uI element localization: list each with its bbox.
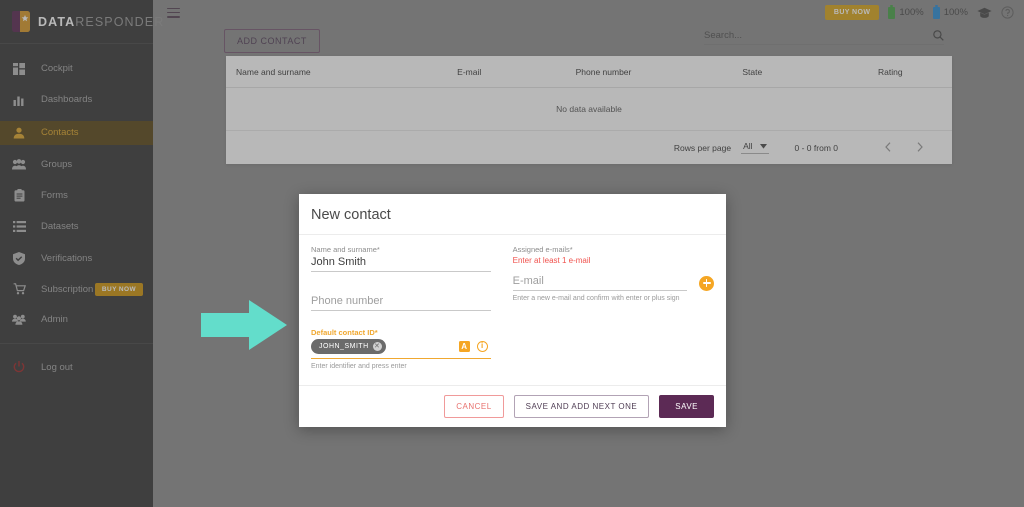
save-button[interactable]: SAVE: [659, 395, 714, 418]
app-root: DATARESPONDER Cockpit Dashboards Contact…: [0, 0, 1024, 507]
save-and-add-next-button[interactable]: SAVE AND ADD NEXT ONE: [513, 395, 650, 418]
field-spacer-2: [311, 318, 491, 328]
info-icon[interactable]: i: [476, 341, 488, 352]
close-icon[interactable]: ✕: [372, 342, 382, 351]
contact-id-label: Default contact ID*: [311, 328, 378, 337]
right-arrow-annotation: [201, 300, 287, 355]
field-spacer: [311, 279, 491, 295]
email-input-row: E-mail: [512, 275, 714, 291]
dialog-left-column: Name and surname* John Smith Phone numbe…: [311, 245, 491, 377]
dialog-footer: CANCEL SAVE AND ADD NEXT ONE SAVE: [299, 385, 726, 427]
phone-input[interactable]: Phone number: [311, 295, 491, 311]
contact-id-chip[interactable]: JOHN_SMITH ✕: [311, 339, 386, 354]
contact-id-field-group: Default contact ID* JOHN_SMITH ✕ A i Ent…: [311, 328, 491, 370]
contact-id-chip-label: JOHN_SMITH: [319, 343, 369, 350]
phone-field-group: Phone number: [311, 295, 491, 311]
contact-id-hint: Enter identifier and press enter: [311, 363, 407, 370]
email-input[interactable]: E-mail: [512, 275, 687, 291]
new-contact-dialog: New contact Name and surname* John Smith…: [299, 194, 726, 427]
contact-id-input[interactable]: JOHN_SMITH ✕ A i: [311, 339, 491, 359]
dialog-title: New contact: [299, 194, 726, 235]
name-field-group: Name and surname* John Smith: [311, 245, 491, 272]
name-field-label: Name and surname*: [311, 245, 380, 254]
dialog-body: Name and surname* John Smith Phone numbe…: [299, 235, 726, 385]
assigned-emails-label: Assigned e-mails*: [512, 245, 573, 254]
name-input[interactable]: John Smith: [311, 256, 491, 272]
assigned-emails-error: Enter at least 1 e-mail: [512, 256, 591, 265]
dialog-right-column: Assigned e-mails* Enter at least 1 e-mai…: [512, 245, 714, 377]
cancel-button[interactable]: CANCEL: [444, 395, 504, 418]
email-hint: Enter a new e-mail and confirm with ente…: [512, 295, 680, 302]
letter-a-badge[interactable]: A: [458, 341, 470, 352]
plus-circle-icon[interactable]: [699, 275, 714, 291]
